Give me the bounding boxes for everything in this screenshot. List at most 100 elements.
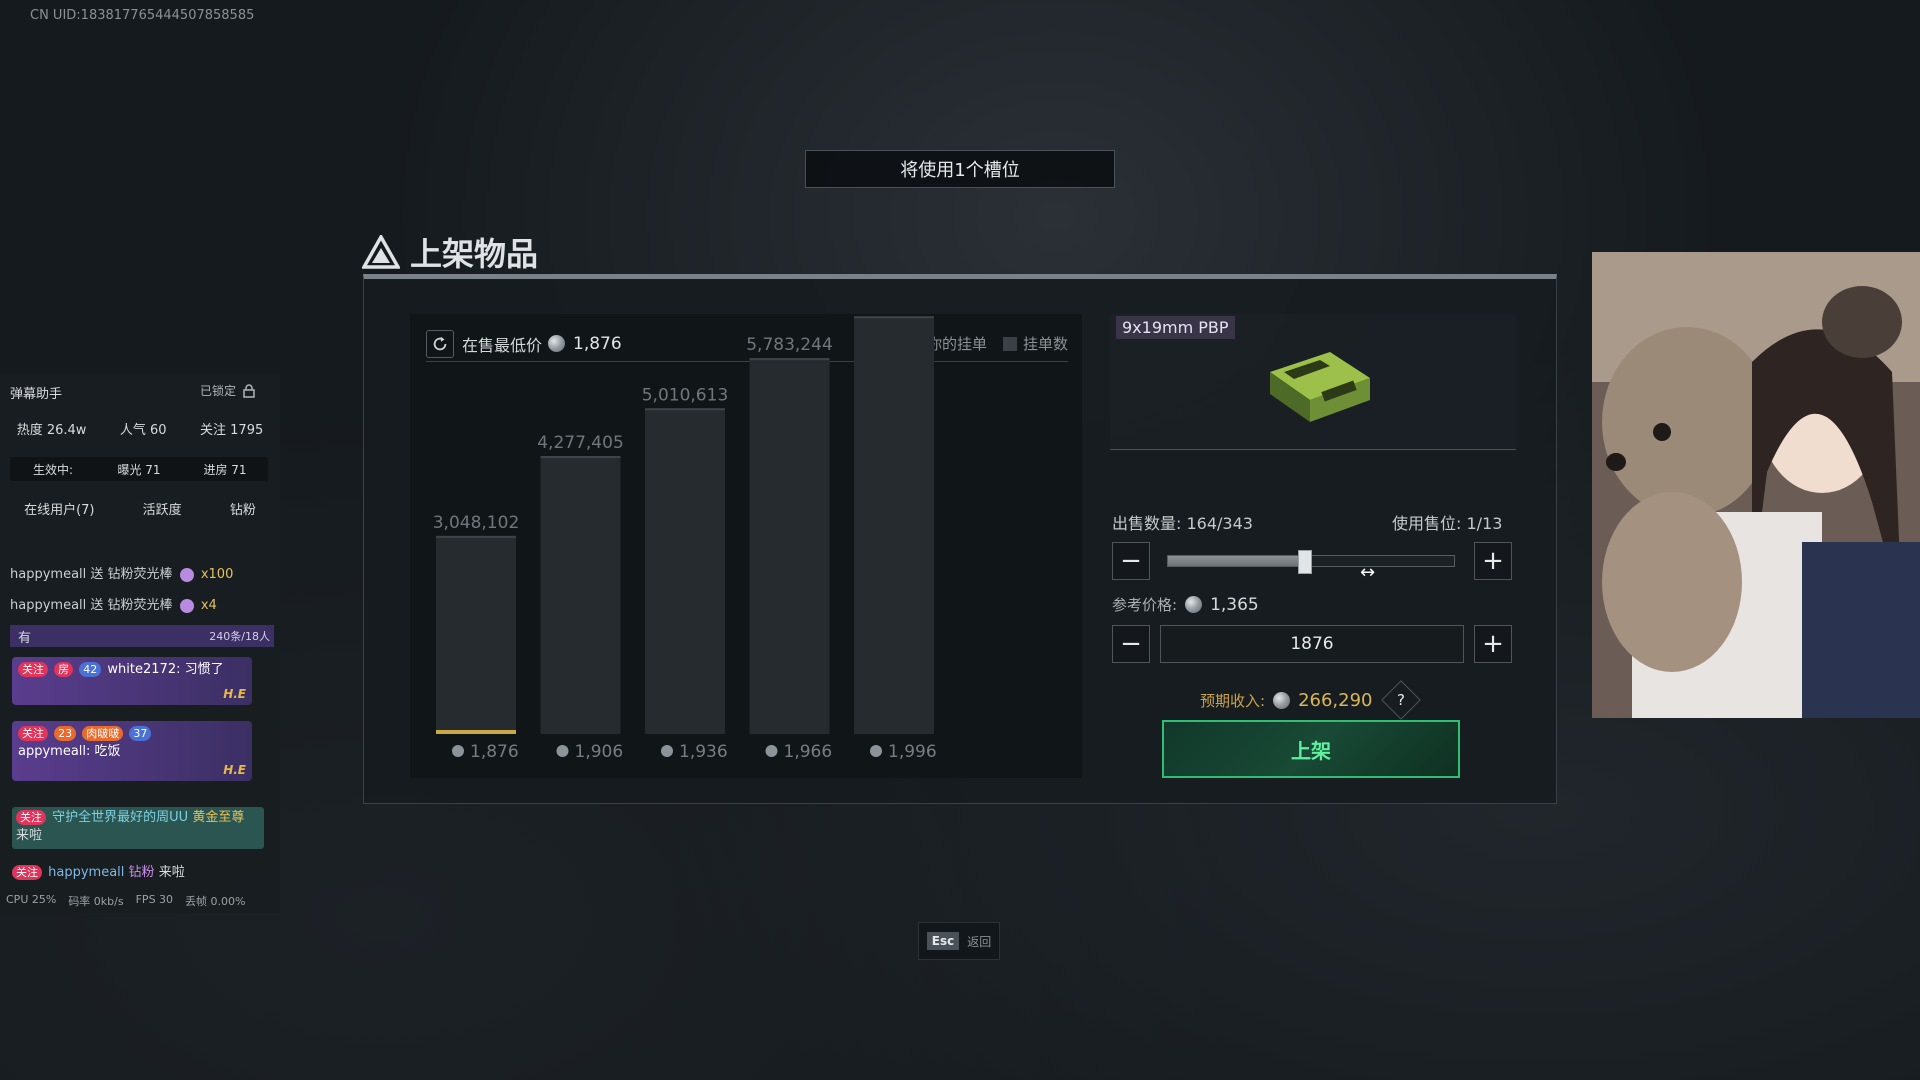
quantity-value: 164/343 [1186,514,1253,533]
list-item-button[interactable]: 上架 [1162,720,1460,778]
quantity-label: 出售数量: 164/343 [1112,510,1253,534]
chart-category-label: 1,966 [784,742,833,762]
coin-icon [452,745,464,757]
coin-icon [661,745,673,757]
chart-value-label: 5,010,613 [642,385,729,405]
gift-icon [179,598,194,613]
entry-rank: 钻粉 [128,865,155,880]
slots-label-text: 使用售位: [1392,514,1462,533]
reference-price-label: 参考价格: [1112,596,1178,614]
assistant-stats: 热度 26.4w 人气 60 关注 1795 [0,419,280,438]
chart-category-label: 1,936 [679,742,728,762]
esc-back-hint[interactable]: Esc 返回 [918,922,1000,960]
follow-badge: 关注 [18,662,48,677]
coin-icon [1273,691,1291,709]
chart-category-label: 1,996 [888,742,937,762]
effect-entries: 进房 71 [203,462,247,477]
notice-count: 240条/18人 [209,630,270,643]
resize-cursor-icon: ↔ [1360,562,1376,583]
webcam-feed [1592,252,1920,718]
level-badge: 37 [129,726,152,741]
follow-badge: 关注 [12,865,42,880]
your-listing-marker [436,730,516,734]
effect-status: 生效中: [32,462,74,477]
chat-user: happymeall [10,567,87,582]
guardian-name: 守护全世界最好的周UU [52,810,189,825]
tab-online-users[interactable]: 在线用户(7) [24,499,94,518]
plus-icon: + [1482,629,1504,659]
stream-stats: CPU 25% 码率 0kb/s FPS 30 丢帧 0.00% [6,893,274,909]
expected-income-label: 预期收入: [1200,691,1266,710]
notice-text: 有 [18,630,32,646]
slot-banner: 将使用1个槽位 [805,150,1115,188]
stat-heat: 热度 26.4w [16,423,87,438]
entry-user: happymeall [48,865,125,880]
danmaku-assistant-overlay: 弹幕助手 已锁定 热度 26.4w 人气 60 关注 1795 生效中: 曝光 … [0,373,280,913]
plaid-shirt [1802,542,1920,718]
panel-title-text: 上架物品 [410,235,539,273]
chart-plot: 3,048,102 1,876 4,277,405 1,906 5,010,613 1,9… [433,316,937,762]
reference-price: 参考价格: 1,365 [1112,594,1259,615]
stat-followers: 关注 1795 [200,423,264,438]
expected-income: 预期收入: 266,290 ? [1200,680,1421,720]
quantity-label-text: 出售数量: [1112,514,1182,533]
chat-text: 送 钻粉荧光棒 [90,567,173,582]
quantity-slider[interactable] [1167,550,1455,574]
entry-text: 来啦 [158,865,185,880]
chat-text: 吃饭 [94,744,121,759]
coin-icon [765,745,778,757]
fps-stat: FPS 30 [135,893,174,906]
effect-exposure: 曝光 71 [117,462,161,477]
price-decrease-button[interactable]: − [1112,625,1150,663]
coin-icon [1185,596,1203,613]
reference-price-value: 1,365 [1210,594,1259,615]
he-tag: H.E [223,687,246,701]
chart-bar [749,358,830,734]
chat-user: happymeall [10,598,87,613]
uid-label: CN UID:183817765444507858585 [30,8,255,23]
slider-thumb[interactable] [1297,550,1312,574]
assistant-title-text: 弹幕助手 [10,387,63,402]
quantity-increase-button[interactable]: + [1474,542,1512,580]
level-badge: 42 [79,662,102,677]
question-icon: ? [1396,691,1405,709]
chart-bar [854,316,934,734]
expected-income-value: 266,290 [1298,689,1373,711]
chat-count: x100 [200,567,234,582]
assistant-lock[interactable]: 已锁定 [200,382,256,399]
help-button[interactable]: ? [1380,680,1421,720]
chat-text: 送 钻粉荧光棒 [90,598,173,613]
ammo-box-icon [1270,352,1370,422]
guardian-rank: 黄金至尊 [192,810,245,825]
gift-icon [179,567,194,582]
price-increase-button[interactable]: + [1474,625,1512,663]
chat-user: white2172: [107,662,181,677]
fan-tag-badge: 肉啵啵 [82,726,124,741]
chart-bar [540,455,621,734]
chart-value-label: 5,783,244 [746,335,833,355]
follow-badge: 关注 [16,810,46,825]
chat-text: 习惯了 [184,662,224,677]
slider-fill [1168,556,1305,566]
tab-activity[interactable]: 活跃度 [143,499,182,518]
follow-badge: 关注 [18,726,48,741]
item-card: 9x19mm PBP [1110,314,1516,450]
minus-icon: − [1120,629,1142,659]
webcam-image [1592,252,1920,718]
price-chart: 在售最低价 1,876 你的挂单 挂单数 3,048,102 1,876 4,277… [410,314,1082,778]
tab-diamond-fans[interactable]: 钻粉 [230,499,256,518]
cpu-stat: CPU 25% [6,893,57,906]
slots-value: 1/13 [1466,514,1503,533]
lock-icon [243,383,255,398]
panel-title: 上架物品 [362,230,538,274]
coin-icon [556,745,569,757]
level-number-badge: 23 [54,726,77,741]
plush-toy [1822,286,1902,358]
chat-line: happymeall 送 钻粉荧光棒 x4 [10,594,217,613]
chat-user: appymeall: [18,744,91,759]
plus-icon: + [1482,546,1504,576]
bitrate-stat: 码率 0kb/s [68,895,124,908]
lock-label: 已锁定 [200,384,237,398]
price-input[interactable] [1160,625,1464,663]
quantity-decrease-button[interactable]: − [1112,542,1150,580]
